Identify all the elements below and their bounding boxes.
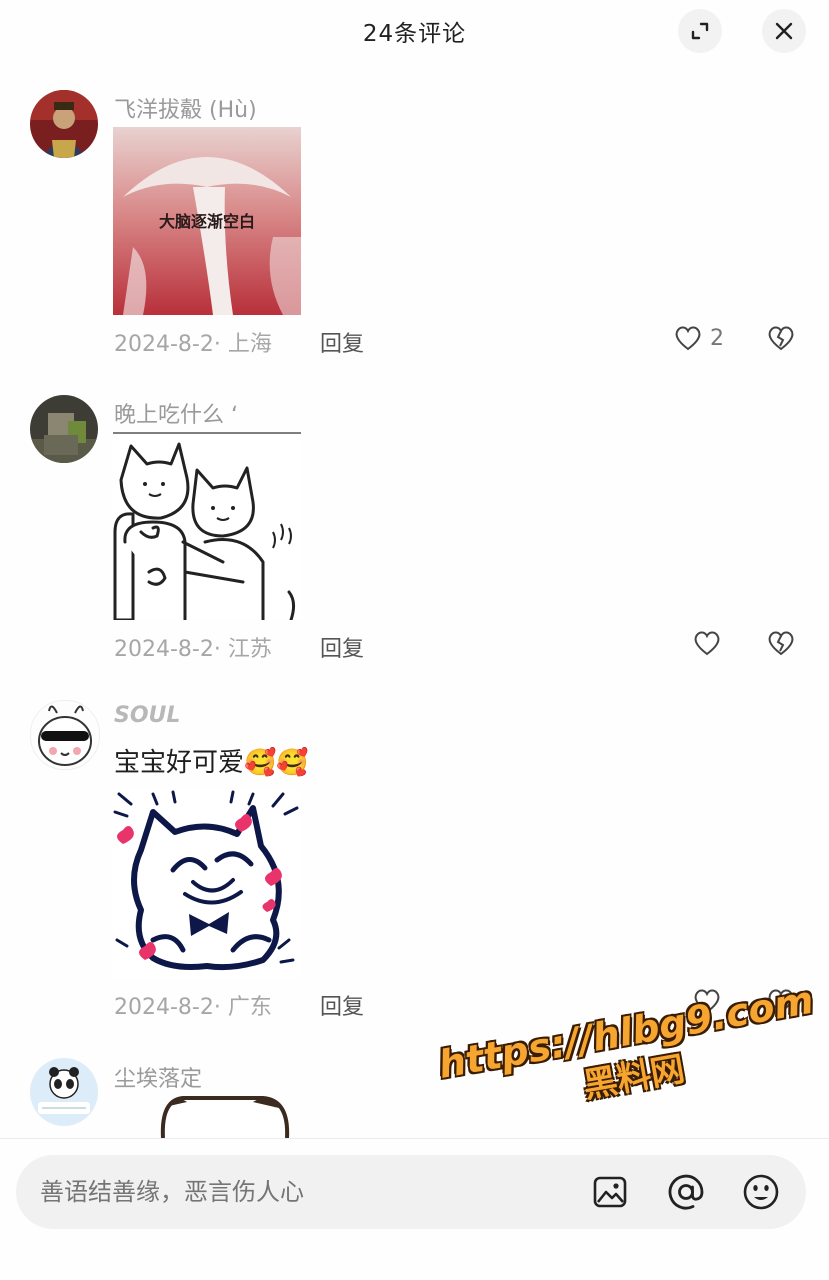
image-icon <box>593 1176 627 1208</box>
broken-heart-icon <box>768 631 794 656</box>
like-button[interactable] <box>691 627 723 659</box>
username[interactable]: 尘埃落定 <box>114 1061 202 1093</box>
username[interactable]: 飞洋拔觳 (Hù) <box>114 92 257 124</box>
comment-sticker-image[interactable] <box>113 432 301 620</box>
comment-sticker-image[interactable]: 大脑逐渐空白 <box>113 127 301 315</box>
comments-header: 24条评论 <box>0 0 829 64</box>
close-button[interactable] <box>762 9 806 53</box>
sticker-caption: 大脑逐渐空白 <box>159 212 255 231</box>
image-button[interactable] <box>590 1172 630 1212</box>
comment-sticker-image[interactable] <box>113 1096 301 1138</box>
divider <box>0 1138 829 1139</box>
heart-icon <box>694 631 720 656</box>
avatar[interactable] <box>30 700 100 770</box>
comment-text: 宝宝好可爱🥰🥰 <box>114 748 309 778</box>
avatar[interactable] <box>30 90 98 158</box>
comment-date-location: 2024-8-2· 广东 <box>114 995 272 1020</box>
comment-input[interactable] <box>38 1177 562 1207</box>
watermark: https://hlbg9.com 黑料网 <box>435 978 824 1132</box>
expand-button[interactable] <box>678 9 722 53</box>
username[interactable]: 晚上吃什么 ʻ <box>114 397 238 429</box>
reply-button[interactable]: 回复 <box>320 989 364 1021</box>
at-icon <box>668 1174 704 1210</box>
reply-button[interactable]: 回复 <box>320 631 364 663</box>
broken-heart-icon <box>768 326 794 351</box>
comment-sticker-image[interactable] <box>113 790 301 978</box>
reply-button[interactable]: 回复 <box>320 326 364 358</box>
mention-button[interactable] <box>666 1172 706 1212</box>
comment-date-location: 2024-8-2· 江苏 <box>114 637 272 662</box>
comment-date-location: 2024-8-2· 上海 <box>114 332 272 357</box>
like-button[interactable]: 2 <box>672 322 724 354</box>
heart-icon <box>675 326 701 351</box>
like-count: 2 <box>710 325 724 351</box>
dislike-button[interactable] <box>765 322 797 358</box>
close-icon <box>775 22 793 40</box>
username[interactable]: SOUL <box>114 703 180 728</box>
emoji-button[interactable] <box>741 1172 781 1212</box>
dislike-button[interactable] <box>765 627 797 663</box>
expand-icon <box>691 22 709 40</box>
avatar[interactable] <box>30 1058 98 1126</box>
comment-input-bar <box>16 1155 806 1229</box>
avatar[interactable] <box>30 395 98 463</box>
smiley-icon <box>743 1174 779 1210</box>
